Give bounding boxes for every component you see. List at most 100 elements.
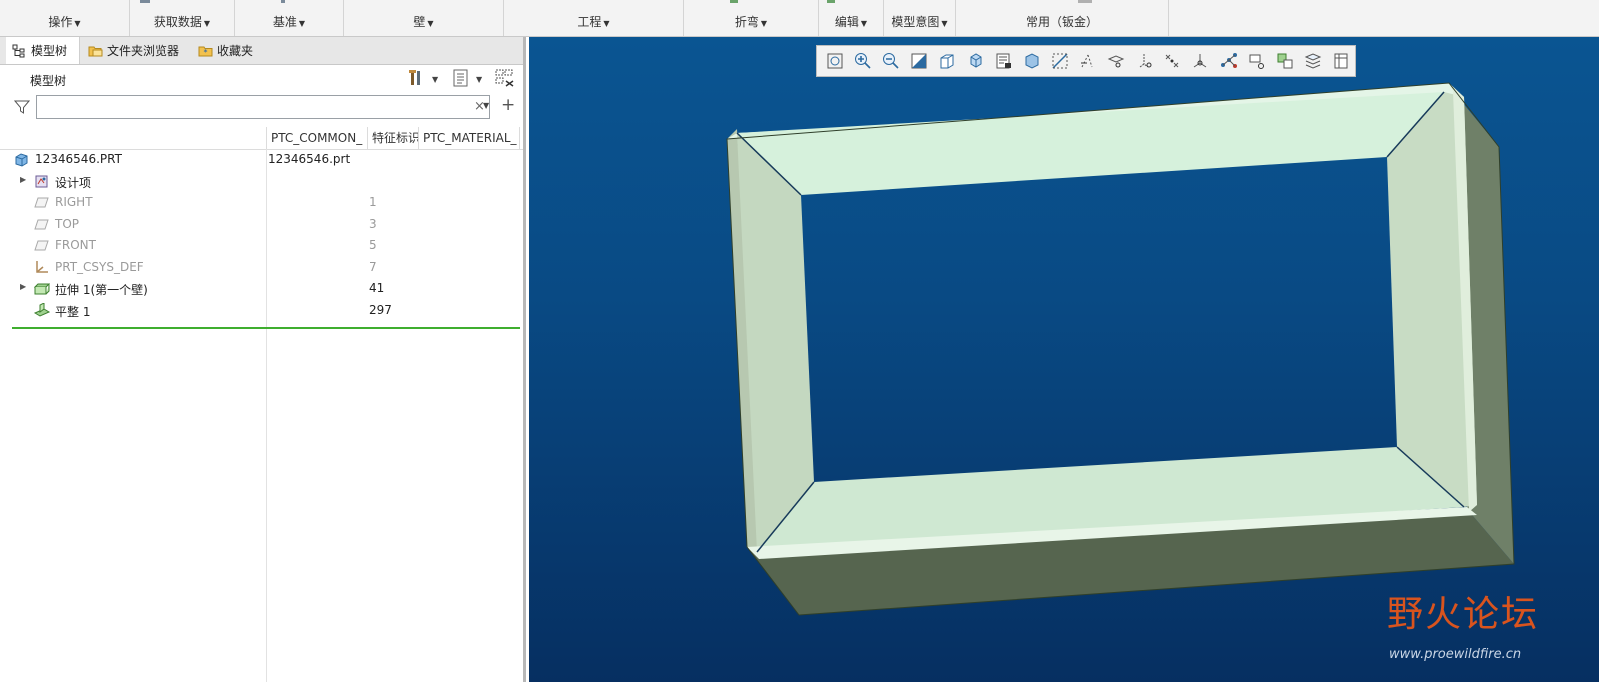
tab-label: 文件夹浏览器 xyxy=(107,44,180,58)
extrude-wall-icon xyxy=(33,281,51,296)
favorites-icon: * xyxy=(198,44,213,58)
tree-row-feature-id: 41 xyxy=(369,281,385,295)
design-items-icon xyxy=(34,174,49,189)
ribbon-group-label: 编辑 xyxy=(834,15,859,29)
ribbon-icon-stub xyxy=(140,0,150,3)
ribbon-group-label: 常用（钣金） xyxy=(1025,15,1098,29)
add-icon[interactable]: + xyxy=(501,95,515,115)
ribbon-icon-stub xyxy=(730,0,738,3)
tree-row-common-name: 12346546.prt xyxy=(268,152,351,166)
watermark-url: www.proewildfire.cn xyxy=(1389,647,1522,662)
ribbon-icon-stub xyxy=(827,0,835,3)
tree-row-feature-id: 3 xyxy=(369,217,377,231)
model-tree-title: 模型树 xyxy=(30,74,67,88)
caret-down-icon: ▼ xyxy=(203,19,211,28)
expand-triangle-icon[interactable]: ▶ xyxy=(20,175,26,184)
tree-row-design-items[interactable]: ▶ 设计项 xyxy=(0,171,520,192)
caret-down-icon: ▼ xyxy=(74,19,81,28)
tree-row-label: 12346546.PRT xyxy=(35,152,122,166)
ribbon-group-label: 基准 xyxy=(272,15,297,29)
tree-row-label: TOP xyxy=(55,217,80,231)
ribbon-group-model-intent[interactable]: 模型意图 ▼ xyxy=(884,0,956,36)
insert-here-line[interactable] xyxy=(12,327,520,329)
list-display-icon xyxy=(452,69,470,90)
caret-down-icon: ▼ xyxy=(476,74,483,84)
tab-model-tree[interactable]: 模型树 xyxy=(6,37,80,64)
ribbon: 操作 ▼ 获取数据 ▼ 基准 ▼ 壁 ▼ 工程 ▼ 折弯 ▼ 编辑 ▼ 模型意图 ▼ 常用（钣金… xyxy=(0,0,1599,37)
tree-show-button[interactable]: ▼ xyxy=(452,69,482,89)
tree-search-input[interactable] xyxy=(36,95,490,119)
ribbon-group-datum[interactable]: 基准 ▼ xyxy=(235,0,344,36)
ribbon-group-label: 折弯 xyxy=(734,15,759,29)
ribbon-group-operations[interactable]: 操作 ▼ xyxy=(0,0,130,36)
watermark: 野火论坛 www.proewildfire.cn xyxy=(1387,585,1597,675)
tree-row-feature-id: 5 xyxy=(369,238,377,252)
svg-text:*: * xyxy=(204,48,208,57)
part-icon xyxy=(14,152,29,167)
expand-triangle-icon[interactable]: ▶ xyxy=(20,282,26,291)
ribbon-group-label: 壁 xyxy=(413,15,426,29)
ribbon-group-get-data[interactable]: 获取数据 ▼ xyxy=(130,0,235,36)
ribbon-group-label: 模型意图 xyxy=(891,15,940,29)
ribbon-group-bend[interactable]: 折弯 ▼ xyxy=(684,0,819,36)
filter-dropdown-icon[interactable]: ▼ xyxy=(483,101,489,110)
tab-label: 模型树 xyxy=(31,44,68,58)
column-ptc-material[interactable]: PTC_MATERIAL_ xyxy=(418,127,520,149)
caret-down-icon: ▼ xyxy=(860,19,868,28)
tree-row-flat-wall[interactable]: 平整 1 297 xyxy=(0,300,520,321)
tree-row-part[interactable]: 12346546.PRT 12346546.prt xyxy=(0,149,520,170)
datum-plane-icon xyxy=(34,238,49,253)
tree-row-feature-id: 297 xyxy=(369,303,392,317)
tree-row-right-plane[interactable]: RIGHT 1 xyxy=(0,192,520,213)
ribbon-icon-stub xyxy=(1078,0,1092,3)
tools-icon xyxy=(408,69,428,90)
watermark-title: 野火论坛 xyxy=(1387,594,1540,635)
flat-wall-icon xyxy=(33,302,51,318)
tree-row-label: RIGHT xyxy=(55,195,93,209)
tree-row-label: FRONT xyxy=(55,238,96,252)
tab-label: 收藏夹 xyxy=(217,44,254,58)
ribbon-group-label: 操作 xyxy=(48,15,73,29)
tree-row-label: 拉伸 1(第一个壁) xyxy=(55,283,148,297)
tree-row-feature-id: 7 xyxy=(369,260,377,274)
datum-plane-icon xyxy=(34,195,49,210)
tree-row-front-plane[interactable]: FRONT 5 xyxy=(0,235,520,256)
tree-settings-button[interactable]: ▼ xyxy=(408,69,438,89)
tree-row-extrude-wall[interactable]: ▶ 拉伸 1(第一个壁) 41 xyxy=(0,278,520,299)
filter-funnel-icon[interactable] xyxy=(13,99,31,118)
tree-filter-toggle-button[interactable] xyxy=(495,69,515,89)
navigator-tabs: 模型树 文件夹浏览器 * 收藏夹 xyxy=(0,37,523,65)
model-wall-top-inner xyxy=(737,92,1444,195)
column-feature-id[interactable]: 特征标识 xyxy=(367,127,418,149)
caret-down-icon: ▼ xyxy=(298,19,306,28)
tree-row-csys[interactable]: PRT_CSYS_DEF 7 xyxy=(0,257,520,278)
ribbon-group-engineering[interactable]: 工程 ▼ xyxy=(504,0,684,36)
caret-down-icon: ▼ xyxy=(760,19,768,28)
ribbon-icon-stub xyxy=(281,0,285,3)
tree-row-label: PRT_CSYS_DEF xyxy=(55,260,144,274)
folder-browser-icon xyxy=(88,44,103,58)
caret-down-icon: ▼ xyxy=(941,19,948,28)
graphics-viewport[interactable]: 野火论坛 www.proewildfire.cn xyxy=(529,37,1599,682)
column-ptc-common[interactable]: PTC_COMMON_ xyxy=(266,127,367,149)
tree-columns-icon xyxy=(495,69,515,90)
ribbon-group-edit[interactable]: 编辑 ▼ xyxy=(819,0,884,36)
tree-row-label: 设计项 xyxy=(55,176,92,190)
tree-filter-row: × ▼ + xyxy=(12,95,520,121)
caret-down-icon: ▼ xyxy=(427,19,434,28)
tree-row-top-plane[interactable]: TOP 3 xyxy=(0,214,520,235)
caret-down-icon: ▼ xyxy=(432,74,439,84)
ribbon-group-label: 工程 xyxy=(577,15,602,29)
tab-favorites[interactable]: * 收藏夹 xyxy=(192,37,270,64)
ribbon-group-wall[interactable]: 壁 ▼ xyxy=(344,0,504,36)
tree-row-label: 平整 1 xyxy=(55,305,91,319)
ribbon-group-common-sheetmetal[interactable]: 常用（钣金） xyxy=(956,0,1169,36)
navigator-panel: 模型树 文件夹浏览器 * 收藏夹 模型树 ▼ ▼ × ▼ + PTC_COMMO… xyxy=(0,37,526,682)
csys-icon xyxy=(34,260,49,275)
ribbon-group-label: 获取数据 xyxy=(153,15,202,29)
tab-folder-browser[interactable]: 文件夹浏览器 xyxy=(82,37,192,64)
datum-plane-icon xyxy=(34,217,49,232)
tree-column-header: PTC_COMMON_ 特征标识 PTC_MATERIAL_ xyxy=(0,127,523,150)
model-tree-icon xyxy=(12,44,26,58)
tree-row-feature-id: 1 xyxy=(369,195,377,209)
